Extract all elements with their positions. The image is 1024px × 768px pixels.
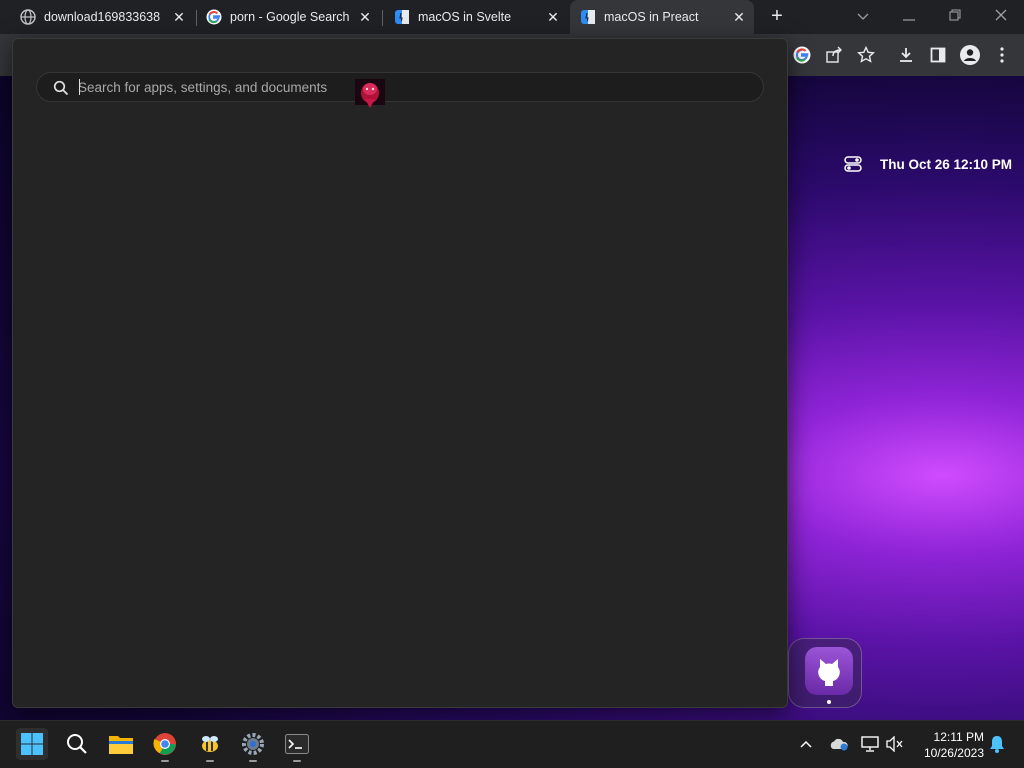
google-icon	[206, 9, 222, 25]
volume-muted-icon[interactable]	[885, 734, 905, 754]
chrome-icon[interactable]	[149, 728, 181, 760]
tab-title: macOS in Svelte	[418, 10, 512, 24]
tab-separator	[382, 10, 383, 26]
bookmark-star-icon[interactable]	[855, 44, 877, 66]
onedrive-icon[interactable]	[829, 734, 849, 754]
terminal-icon[interactable]	[281, 728, 313, 760]
control-center-icon[interactable]	[844, 156, 862, 172]
share-icon[interactable]	[823, 44, 845, 66]
google-lens-icon[interactable]	[791, 44, 813, 66]
tab-macos-svelte[interactable]: macOS in Svelte ✕	[386, 0, 570, 34]
search-icon	[53, 80, 69, 96]
tab-title: macOS in Preact	[604, 10, 699, 24]
windows-start-icon[interactable]	[16, 728, 48, 760]
search-panel	[12, 38, 788, 708]
close-tab-icon[interactable]: ✕	[356, 8, 374, 26]
restore-icon[interactable]	[943, 4, 967, 28]
chrome-running-indicator	[161, 760, 169, 762]
tab-title: porn - Google Search	[230, 10, 350, 24]
bee-running-indicator	[206, 760, 214, 762]
taskbar-clock[interactable]: 12:11 PM 10/26/2023	[916, 729, 984, 761]
close-tab-icon[interactable]: ✕	[730, 8, 748, 26]
side-panel-icon[interactable]	[927, 44, 949, 66]
menu-dots-icon[interactable]	[991, 44, 1013, 66]
dock-running-indicator	[827, 700, 831, 704]
cursor-icon	[355, 79, 385, 108]
tab-separator	[196, 10, 197, 26]
settings-running-indicator	[249, 760, 257, 762]
terminal-running-indicator	[293, 760, 301, 762]
globe-icon	[20, 9, 36, 25]
tab-google-search[interactable]: porn - Google Search ✕	[198, 0, 382, 34]
finder-icon	[581, 10, 595, 24]
file-explorer-icon[interactable]	[105, 728, 137, 760]
notification-bell-icon[interactable]	[987, 734, 1007, 754]
new-tab-button[interactable]: +	[766, 6, 788, 28]
tab-search-icon[interactable]	[851, 4, 875, 28]
close-tab-icon[interactable]: ✕	[544, 8, 562, 26]
menubar-datetime: Thu Oct 26 12:10 PM	[880, 157, 1013, 172]
download-icon[interactable]	[895, 44, 917, 66]
browser-tab-strip: download1698336384 ✕ porn - Google Searc…	[0, 0, 1024, 34]
github-icon	[818, 659, 840, 686]
dock-app-github[interactable]	[805, 647, 853, 695]
search-input[interactable]	[78, 73, 738, 101]
settings-icon[interactable]	[237, 728, 269, 760]
text-caret	[79, 79, 80, 95]
minimize-icon[interactable]	[897, 4, 921, 28]
display-icon[interactable]	[860, 734, 880, 754]
finder-icon	[395, 10, 409, 24]
profile-icon[interactable]	[959, 44, 981, 66]
close-window-icon[interactable]	[989, 4, 1013, 28]
taskbar-date: 10/26/2023	[923, 746, 984, 760]
close-tab-icon[interactable]: ✕	[170, 8, 188, 26]
taskbar-search-icon[interactable]	[61, 728, 93, 760]
chevron-up-icon[interactable]	[796, 734, 816, 754]
tab-macos-preact[interactable]: macOS in Preact ✕	[570, 0, 754, 34]
taskbar-time: 12:11 PM	[933, 730, 984, 744]
tab-download[interactable]: download1698336384 ✕	[12, 0, 196, 34]
tab-title: download1698336384	[44, 10, 160, 24]
bee-app-icon[interactable]	[194, 728, 226, 760]
